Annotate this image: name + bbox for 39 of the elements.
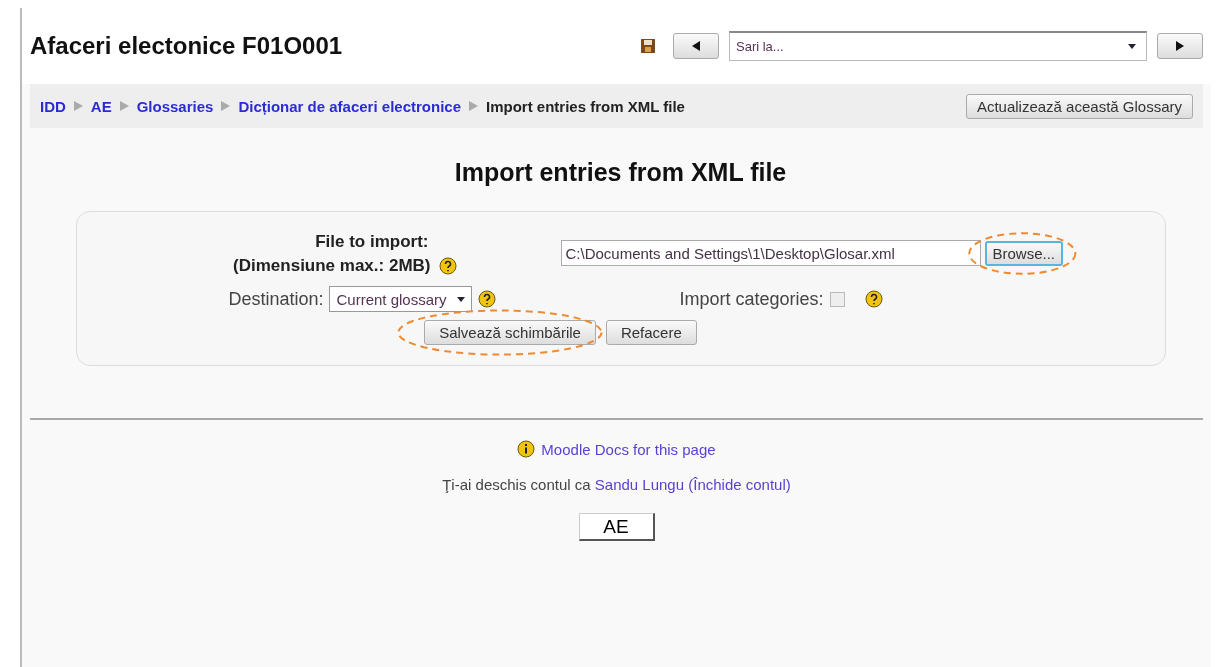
categories-label: Import categories: (679, 288, 824, 310)
breadcrumb-current: Import entries from XML file (486, 97, 685, 115)
browse-button[interactable]: Browse... (984, 240, 1064, 266)
jump-select[interactable]: Sari la... (729, 31, 1147, 61)
dropdown-arrow-icon (1128, 44, 1136, 49)
floppy-icon[interactable] (641, 39, 655, 53)
info-icon (517, 440, 536, 458)
home-button[interactable]: AE (578, 513, 655, 541)
categories-checkbox[interactable] (829, 291, 845, 307)
breadcrumb-link[interactable]: Dicționar de afaceri electronice (238, 97, 461, 115)
right-arrow-icon (1174, 40, 1186, 52)
form-button[interactable]: Salvează schimbările (424, 320, 596, 345)
help-icon[interactable] (477, 290, 496, 308)
next-button[interactable] (1157, 33, 1203, 59)
update-glossary-button[interactable]: Actualizează această Glossary (965, 93, 1193, 119)
page-heading: Import entries from XML file (454, 158, 787, 187)
login-info: Ţi-ai deschis contul ca Sandu Lungu (Închide contul) (442, 476, 791, 493)
form-button[interactable]: Refacere (605, 320, 697, 345)
separator-arrow-icon (469, 101, 478, 111)
separator-arrow-icon (73, 101, 83, 111)
course-title: Afaceri electonice F01O001 (30, 32, 343, 60)
destination-select[interactable]: Current glossary (329, 286, 472, 312)
previous-button[interactable] (673, 33, 719, 59)
separator-arrow-icon (221, 101, 231, 111)
separator-arrow-icon (119, 101, 129, 111)
breadcrumb-link[interactable]: IDD (40, 97, 66, 115)
file-label: File to import: (315, 231, 429, 253)
docs-link[interactable]: Moodle Docs for this page (541, 440, 716, 458)
destination-label: Destination: (228, 288, 324, 310)
size-note: (Dimensiune max.: 2MB) (233, 255, 431, 277)
help-icon[interactable] (864, 290, 883, 308)
dropdown-arrow-icon (456, 296, 465, 302)
breadcrumb-link[interactable]: Glossaries (136, 97, 214, 115)
logout-link[interactable]: (Închide contul) (688, 476, 791, 493)
breadcrumb-link[interactable]: AE (90, 97, 112, 115)
file-path-field[interactable]: C:\Documents and Settings\1\Desktop\Glosar.xml (560, 240, 981, 266)
help-icon[interactable] (438, 257, 457, 275)
left-arrow-icon (690, 40, 702, 52)
user-link[interactable]: Sandu Lungu (594, 476, 685, 493)
